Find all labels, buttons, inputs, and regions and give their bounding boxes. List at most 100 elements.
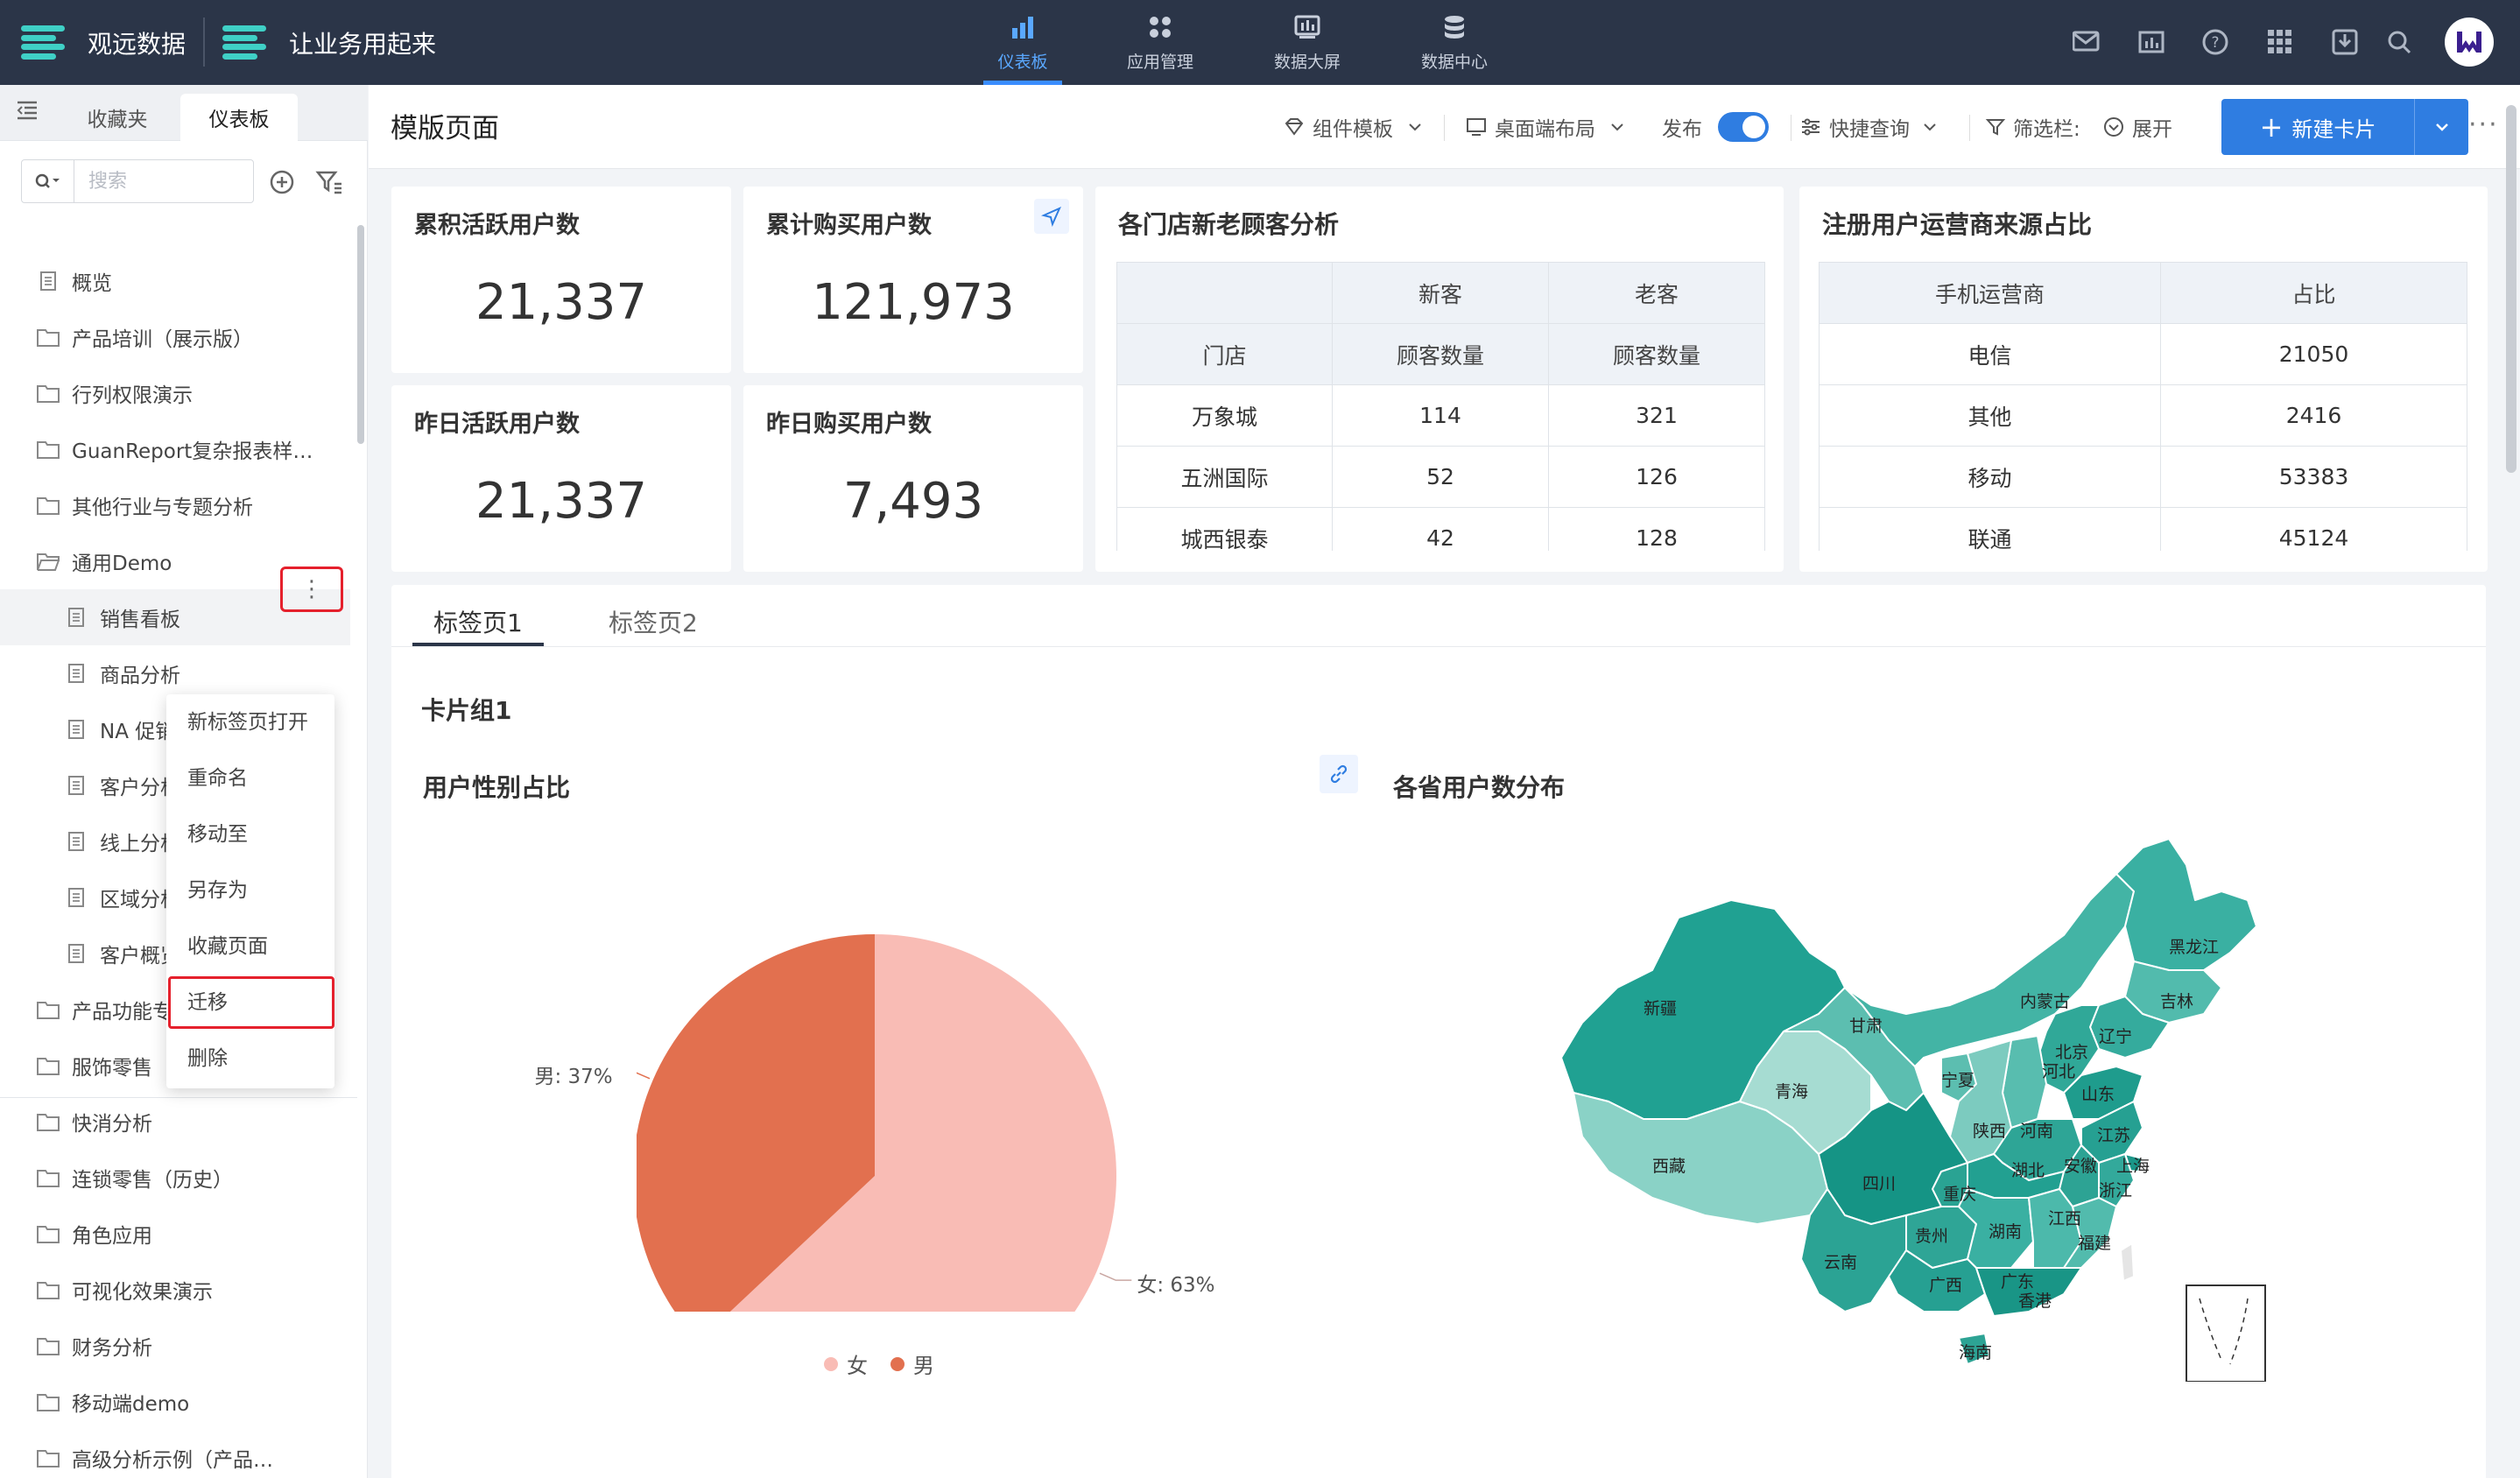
link-icon[interactable] [1320, 755, 1358, 793]
tree-item[interactable]: 行列权限演示 [0, 365, 350, 421]
tab-page-2[interactable]: 标签页2 [609, 604, 698, 639]
legend-label: 男 [913, 1354, 934, 1378]
store-analysis-card[interactable]: 各门店新老顾客分析 新客 老客 门店 顾客数量 顾客数量 万象城 114 321 [1095, 187, 1784, 572]
tab-dashboards[interactable]: 仪表板 [180, 94, 298, 141]
nav-data-center[interactable]: 数据中心 [1389, 0, 1520, 85]
folder-icon [37, 385, 60, 403]
tree-item[interactable]: 产品培训（展示版） [0, 309, 350, 365]
kpi-card[interactable]: 累计购买用户数 121,973 [743, 187, 1083, 373]
tree-item-label: 连锁零售（历史） [72, 1169, 233, 1192]
menu-migrate[interactable]: 迁移 [166, 975, 336, 1031]
svg-text:?: ? [2211, 34, 2219, 52]
map-label: 安徽 [2064, 1157, 2097, 1176]
new-card-main[interactable]: + 新建卡片 [2221, 99, 2414, 155]
tree-item[interactable]: 连锁零售（历史） [0, 1150, 350, 1206]
tree-item[interactable]: 概览 [0, 253, 350, 309]
help-icon[interactable]: ? [2196, 23, 2235, 61]
map-label: 香港 [2018, 1291, 2052, 1311]
tree-item-label: 角色应用 [72, 1225, 152, 1248]
menu-move-to[interactable]: 移动至 [166, 806, 334, 862]
tree-item[interactable]: 移动端demo [0, 1374, 350, 1430]
more-icon[interactable]: ··· [2468, 109, 2499, 140]
menu-open-new-tab[interactable]: 新标签页打开 [166, 694, 334, 750]
report-icon[interactable] [2133, 23, 2172, 61]
folder-icon [37, 1114, 60, 1131]
more-options-button[interactable]: ⋮ [280, 567, 343, 612]
map-label: 宁夏 [1941, 1071, 1974, 1090]
map-label: 江西 [2048, 1209, 2081, 1228]
collapse-sidebar-icon[interactable] [16, 99, 42, 125]
mail-icon[interactable] [2068, 23, 2107, 61]
store-table: 新客 老客 门店 顾客数量 顾客数量 万象城 114 321 五洲国际 52 1… [1116, 262, 1765, 551]
tree-item[interactable]: GuanReport复杂报表样… [0, 421, 350, 477]
search-input[interactable] [74, 161, 241, 201]
inbox-icon[interactable] [2326, 23, 2364, 61]
legend-item-male[interactable]: 男 [890, 1348, 934, 1379]
nav-dashboard[interactable]: 仪表板 [957, 0, 1088, 85]
menu-favorite-page[interactable]: 收藏页面 [166, 918, 334, 975]
tree-item[interactable]: 商品分析 [0, 645, 350, 701]
tree-item[interactable]: 角色应用 [0, 1206, 350, 1262]
legend-item-female[interactable]: 女 [824, 1348, 868, 1379]
tree-item[interactable]: 快消分析 [0, 1094, 350, 1150]
kpi-card[interactable]: 昨日购买用户数 7,493 [743, 385, 1083, 572]
pie-leader-line-male [637, 1072, 651, 1080]
folder-icon [37, 497, 60, 515]
map-region-taiwan[interactable] [2120, 1242, 2135, 1282]
nav-data-screen[interactable]: 数据大屏 [1242, 0, 1373, 85]
folder-icon [37, 441, 60, 459]
menu-save-as[interactable]: 另存为 [166, 862, 334, 918]
add-icon[interactable] [268, 168, 296, 196]
pie-label-female: 女: 63% [1137, 1274, 1215, 1298]
map-label: 广东 [2001, 1272, 2034, 1291]
tab-favorites[interactable]: 收藏夹 [61, 94, 173, 141]
table-row: 联通 45124 [1819, 507, 2467, 551]
tree-item[interactable]: 高级分析示例（产品… [0, 1430, 350, 1478]
card-group-title: 卡片组1 [421, 696, 512, 725]
send-icon[interactable] [1034, 199, 1069, 234]
chevron-down-icon [2435, 123, 2448, 131]
app-logo[interactable]: 观远数据 [21, 0, 186, 85]
kpi-card[interactable]: 累积活跃用户数 21,337 [391, 187, 731, 373]
nav-label: 仪表板 [997, 53, 1048, 72]
legend-label: 女 [847, 1354, 868, 1378]
menu-delete[interactable]: 删除 [166, 1031, 334, 1087]
folder-icon [37, 1058, 60, 1075]
chevron-circle-icon [2104, 117, 2123, 137]
tab-page-1[interactable]: 标签页1 [433, 604, 523, 639]
china-province-map: 新疆 西藏 青海 甘肃 内蒙古 黑龙江 吉林 辽宁 北京 河北 宁夏 山东 陕西… [1560, 839, 2266, 1382]
page-scrollbar[interactable] [2506, 105, 2516, 473]
map-label: 新疆 [1644, 999, 1677, 1018]
tree-item[interactable]: 可视化效果演示 [0, 1262, 350, 1318]
expand-filter-button[interactable]: 展开 [2102, 111, 2172, 143]
tree-item[interactable]: 财务分析 [0, 1318, 350, 1374]
layout-dropdown[interactable]: 桌面端布局 [1465, 111, 1634, 143]
map-label: 江苏 [2097, 1126, 2130, 1145]
carrier-share-card[interactable]: 注册用户运营商来源占比 手机运营商 占比 电信 21050 其他 2416 移动 [1799, 187, 2488, 572]
nav-label: 应用管理 [1126, 53, 1193, 72]
nav-app-manage[interactable]: 应用管理 [1095, 0, 1226, 85]
table-cell: 联通 [1819, 507, 2161, 551]
page-icon [68, 664, 84, 683]
quick-query-dropdown[interactable]: 快捷查询 [1799, 111, 1946, 143]
kpi-value: 21,337 [475, 473, 647, 530]
publish-toggle[interactable] [1718, 112, 1769, 142]
kpi-card[interactable]: 昨日活跃用户数 21,337 [391, 385, 731, 572]
tree-item[interactable]: 其他行业与专题分析 [0, 477, 350, 533]
map-label: 辽宁 [2099, 1027, 2132, 1046]
search-type-icon[interactable] [22, 160, 74, 202]
more-vertical-icon: ⋮ [300, 576, 323, 602]
new-card-button: + 新建卡片 [2221, 99, 2468, 155]
table-cell: 2416 [2160, 384, 2467, 447]
table-row: 五洲国际 52 126 [1116, 446, 1765, 508]
component-template-dropdown[interactable]: 组件模板 [1283, 111, 1432, 143]
filter-icon[interactable] [315, 168, 343, 196]
sidebar-scrollbar[interactable] [357, 225, 364, 444]
table-header-cell: 顾客数量 [1548, 323, 1765, 385]
user-avatar[interactable] [2445, 18, 2494, 67]
table-cell: 万象城 [1116, 384, 1333, 447]
search-icon[interactable] [2380, 23, 2418, 61]
new-card-dropdown[interactable] [2414, 99, 2468, 155]
grid-icon[interactable] [2261, 23, 2299, 61]
menu-rename[interactable]: 重命名 [166, 750, 334, 806]
